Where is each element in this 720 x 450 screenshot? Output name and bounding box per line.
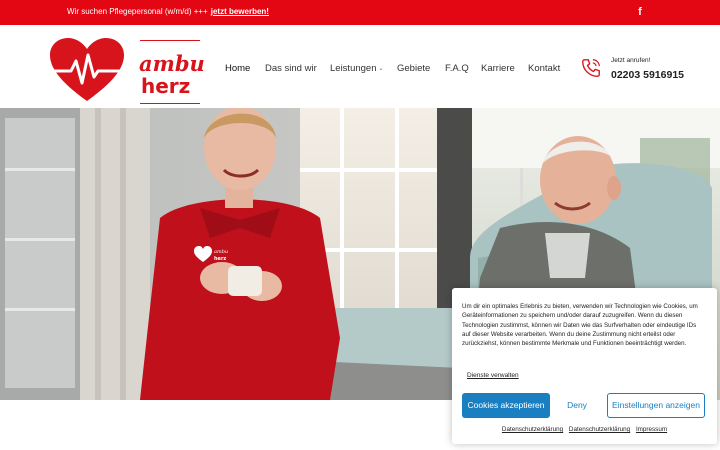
- deny-button[interactable]: Deny: [555, 393, 599, 418]
- site-logo[interactable]: ambu herz: [49, 35, 205, 104]
- nav-item-karriere[interactable]: Karriere: [481, 63, 515, 74]
- cookie-consent-text: Um dir ein optimales Erlebnis zu bieten,…: [462, 303, 698, 348]
- nav-item-leistungen-label: Leistungen: [330, 63, 377, 74]
- nav-item-leistungen[interactable]: Leistungen ⌄: [330, 63, 384, 74]
- announcement-message: Wir suchen Pflegepersonal (w/m/d) +++: [67, 7, 208, 16]
- chevron-down-icon: ⌄: [378, 65, 384, 72]
- logo-text-ambu: ambu: [139, 51, 205, 76]
- apply-now-link[interactable]: jetzt bewerben!: [211, 7, 269, 16]
- site-header: ambu herz Home Das sind wir Leistungen ⌄ …: [0, 25, 720, 108]
- privacy-policy-link[interactable]: Datenschutzerklärung: [502, 426, 563, 433]
- phone-number[interactable]: 02203 5916915: [611, 69, 684, 81]
- nav-item-das-sind-wir[interactable]: Das sind wir: [265, 63, 317, 74]
- facebook-icon[interactable]: f: [635, 5, 645, 19]
- announcement-text: Wir suchen Pflegepersonal (w/m/d) +++ jet…: [67, 7, 269, 16]
- cookie-consent-dialog: Um dir ein optimales Erlebnis zu bieten,…: [452, 288, 717, 444]
- privacy-policy-link-2[interactable]: Datenschutzerklärung: [569, 426, 630, 433]
- manage-services-link[interactable]: Dienste verwalten: [467, 372, 519, 379]
- cookie-footer-links: Datenschutzerklärung Datenschutzerklärun…: [452, 426, 717, 433]
- call-label: Jetzt anrufen!: [611, 57, 651, 64]
- imprint-link[interactable]: Impressum: [636, 426, 667, 433]
- nav-item-faq[interactable]: F.A.Q: [445, 63, 469, 74]
- logo-rule-top: [140, 40, 200, 41]
- top-announcement-bar: Wir suchen Pflegepersonal (w/m/d) +++ jet…: [0, 0, 720, 25]
- badge-text-herz: herz: [214, 256, 226, 262]
- logo-rule-bottom: [140, 103, 200, 104]
- nav-item-kontakt[interactable]: Kontakt: [528, 63, 560, 74]
- nav-item-gebiete[interactable]: Gebiete: [397, 63, 430, 74]
- accept-cookies-button[interactable]: Cookies akzeptieren: [462, 393, 550, 418]
- show-settings-button[interactable]: Einstellungen anzeigen: [607, 393, 705, 418]
- badge-text-ambu: ambu: [214, 249, 228, 255]
- heart-logo-icon: [50, 38, 124, 101]
- nav-item-home[interactable]: Home: [225, 63, 250, 74]
- logo-text-herz: herz: [141, 74, 191, 98]
- phone-icon: [582, 59, 600, 77]
